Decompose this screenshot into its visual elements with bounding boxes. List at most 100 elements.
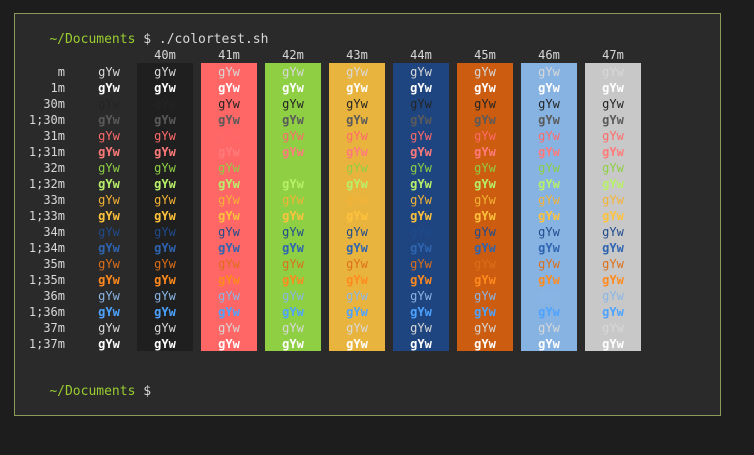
sample-cell: gYw: [538, 225, 560, 239]
sample-cell: gYw: [410, 209, 432, 223]
sample-cell: gYw: [98, 65, 120, 79]
sample-cell: gYw: [282, 273, 304, 287]
sample-cell: gYw: [154, 225, 176, 239]
sample-cell: gYw: [346, 257, 368, 271]
sample-cell: gYw: [218, 257, 240, 271]
sample-cell: gYw: [282, 97, 304, 111]
sample-cell: gYw: [602, 97, 624, 111]
sample-cell: gYw: [346, 337, 368, 351]
sample-cell: gYw: [154, 289, 176, 303]
sample-cell: gYw: [98, 321, 120, 335]
sample-cell: gYw: [282, 193, 304, 207]
row-label: 1;34m: [28, 241, 65, 255]
row-label: 35m: [43, 257, 65, 271]
sample-cell: gYw: [282, 129, 304, 143]
sample-cell: gYw: [98, 97, 120, 111]
prompt-path: ~/Documents: [49, 32, 136, 47]
sample-cell: gYw: [346, 161, 368, 175]
sample-cell: gYw: [346, 145, 368, 159]
sample-cell: gYw: [410, 161, 432, 175]
sample-cell: gYw: [474, 257, 496, 271]
sample-cell: gYw: [410, 129, 432, 143]
sample-cell: gYw: [410, 177, 432, 191]
sample-cell: gYw: [538, 193, 560, 207]
prompt-dollar: $: [135, 384, 152, 399]
sample-cell: gYw: [474, 97, 496, 111]
sample-cell: gYw: [602, 129, 624, 143]
sample-cell: gYw: [154, 129, 176, 143]
sample-cell: gYw: [346, 273, 368, 287]
sample-cell: gYw: [474, 337, 496, 351]
sample-cell: gYw: [346, 289, 368, 303]
column-header: 40m: [154, 48, 176, 62]
sample-cell: gYw: [218, 273, 240, 287]
sample-cell: gYw: [282, 209, 304, 223]
sample-cell: gYw: [538, 129, 560, 143]
sample-cell: gYw: [154, 177, 176, 191]
sample-cell: gYw: [346, 81, 368, 95]
row-label: 1;33m: [28, 209, 65, 223]
sample-cell: gYw: [282, 305, 304, 319]
column-header: 42m: [282, 48, 304, 62]
sample-cell: gYw: [282, 161, 304, 175]
sample-cell: gYw: [474, 225, 496, 239]
sample-cell: gYw: [346, 193, 368, 207]
sample-cell: gYw: [538, 81, 560, 95]
row-label: 31m: [43, 129, 65, 143]
sample-cell: gYw: [474, 161, 496, 175]
row-label: 36m: [43, 289, 65, 303]
sample-cell: gYw: [538, 161, 560, 175]
sample-cell: gYw: [602, 257, 624, 271]
sample-cell: gYw: [98, 113, 120, 127]
sample-cell: gYw: [346, 129, 368, 143]
sample-cell: gYw: [602, 321, 624, 335]
row-label: 34m: [43, 225, 65, 239]
sample-cell: gYw: [602, 241, 624, 255]
sample-cell: gYw: [218, 129, 240, 143]
sample-cell: gYw: [538, 209, 560, 223]
sample-cell: gYw: [282, 241, 304, 255]
row-label: 37m: [43, 321, 65, 335]
sample-cell: gYw: [218, 337, 240, 351]
sample-cell: gYw: [346, 305, 368, 319]
terminal-window[interactable]: ~/Documents $ ./colortest.sh 40m 41m 42m 43…: [14, 13, 721, 416]
sample-cell: gYw: [346, 97, 368, 111]
row-label: 1;32m: [28, 177, 65, 191]
sample-cell: gYw: [538, 177, 560, 191]
sample-cell: gYw: [218, 177, 240, 191]
sample-cell: gYw: [218, 113, 240, 127]
sample-cell: gYw: [602, 145, 624, 159]
sample-cell: gYw: [218, 289, 240, 303]
column-header: 44m: [410, 48, 432, 62]
sample-cell: gYw: [154, 161, 176, 175]
sample-cell: gYw: [602, 337, 624, 351]
column-header: 46m: [538, 48, 560, 62]
sample-cell: gYw: [282, 337, 304, 351]
sample-cell: gYw: [474, 65, 496, 79]
sample-cell: gYw: [282, 257, 304, 271]
sample-cell: gYw: [154, 209, 176, 223]
sample-cell: gYw: [410, 225, 432, 239]
sample-cell: gYw: [538, 257, 560, 271]
sample-cell: gYw: [538, 337, 560, 351]
sample-cell: gYw: [602, 177, 624, 191]
sample-cell: gYw: [410, 337, 432, 351]
sample-cell: gYw: [282, 321, 304, 335]
prompt-line[interactable]: ~/Documents $: [18, 368, 151, 416]
sample-cell: gYw: [218, 81, 240, 95]
sample-cell: gYw: [98, 241, 120, 255]
sample-cell: gYw: [410, 81, 432, 95]
sample-cell: gYw: [98, 225, 120, 239]
sample-cell: gYw: [602, 289, 624, 303]
sample-cell: gYw: [474, 321, 496, 335]
sample-cell: gYw: [474, 81, 496, 95]
sample-cell: gYw: [602, 273, 624, 287]
sample-cell: gYw: [602, 225, 624, 239]
column-header: 43m: [346, 48, 368, 62]
sample-cell: gYw: [154, 65, 176, 79]
row-label: 33m: [43, 193, 65, 207]
sample-cell: gYw: [346, 241, 368, 255]
sample-cell: gYw: [98, 145, 120, 159]
sample-cell: gYw: [346, 113, 368, 127]
sample-cell: gYw: [346, 209, 368, 223]
